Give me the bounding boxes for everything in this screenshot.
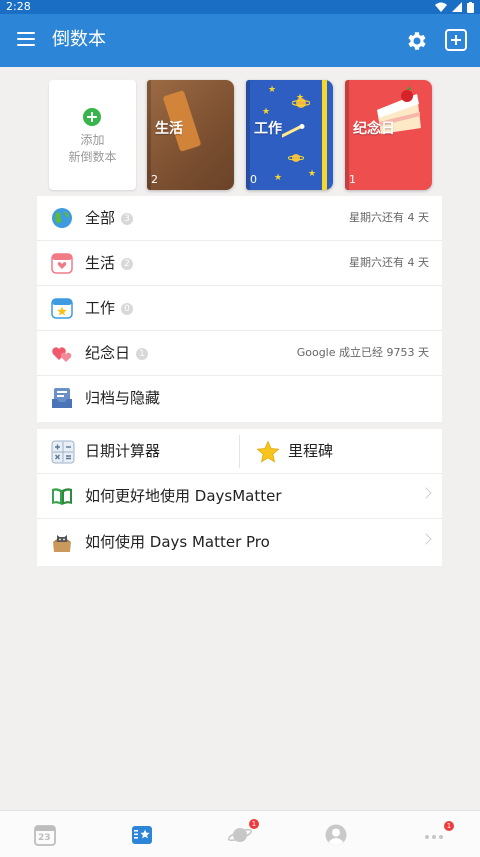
- star-icon: [256, 440, 280, 463]
- list-item-anniversary[interactable]: 纪念日 1 Google 成立已经 9753 天: [37, 331, 442, 376]
- calendar-date: 23: [38, 833, 51, 843]
- add-event-icon[interactable]: [445, 29, 467, 51]
- books-star-icon: [132, 826, 152, 844]
- count-badge: 1: [136, 348, 149, 360]
- calculator-icon: [51, 440, 75, 464]
- app-bar: 倒数本: [0, 14, 480, 67]
- archive-icon: [52, 388, 72, 408]
- tools-row: 日期计算器 里程碑: [37, 429, 442, 474]
- planet-icon: [288, 154, 304, 162]
- book-title: 生活: [155, 121, 183, 137]
- category-list: 全部 3 星期六还有 4 天 生活 2 星期六还有 4 天 工作 0 纪念日 1 Goo…: [37, 196, 442, 422]
- add-circle-icon: [83, 108, 101, 126]
- count-badge: 2: [121, 258, 134, 270]
- book-anniversary[interactable]: 纪念日 1: [345, 80, 432, 190]
- help-pro-label: 如何使用 Days Matter Pro: [85, 533, 270, 551]
- list-item-label: 归档与隐藏: [85, 389, 161, 407]
- status-bar: 2:28: [0, 0, 480, 14]
- chevron-right-icon: [420, 487, 432, 499]
- list-item-work[interactable]: 工作 0: [37, 286, 442, 331]
- list-item-label: 生活: [85, 254, 116, 272]
- book-count: 2: [151, 173, 158, 186]
- book-count: 0: [250, 173, 257, 186]
- book-title: 工作: [254, 121, 282, 137]
- menu-icon[interactable]: [17, 32, 35, 48]
- add-book-button[interactable]: 添加 新倒数本: [49, 80, 136, 190]
- nav-discover[interactable]: 1: [227, 819, 259, 848]
- calendar-heart-icon: [51, 253, 73, 274]
- notification-badge: 1: [444, 821, 454, 831]
- user-avatar-icon: [325, 824, 347, 846]
- battery-icon: [467, 1, 474, 13]
- milestone-label: 里程碑: [288, 442, 334, 460]
- star-icon: ★: [308, 169, 317, 179]
- book-work[interactable]: ★ ★ ★ ★ ★ 工作 0: [246, 80, 333, 190]
- list-item-life[interactable]: 生活 2 星期六还有 4 天: [37, 241, 442, 286]
- list-item-label: 全部: [85, 209, 116, 227]
- date-calculator-button[interactable]: 日期计算器: [37, 429, 239, 474]
- calendar-star-icon: [51, 298, 73, 319]
- list-item-label: 工作: [85, 299, 116, 317]
- book-open-icon: [52, 488, 72, 505]
- tools-list: 日期计算器 里程碑 如何更好地使用 DaysMatter 如何使用 Days M…: [37, 429, 442, 566]
- globe-icon: [52, 208, 72, 228]
- hearts-icon: [52, 347, 72, 362]
- status-time: 2:28: [6, 0, 31, 13]
- status-icons: [435, 0, 474, 14]
- page-title: 倒数本: [52, 29, 106, 50]
- wifi-icon: [435, 2, 447, 12]
- help-usage-label: 如何更好地使用 DaysMatter: [85, 487, 282, 505]
- more-dots-icon: [425, 835, 443, 839]
- planet-icon: [227, 828, 253, 842]
- list-item-archive[interactable]: 归档与隐藏: [37, 376, 442, 421]
- help-pro-item[interactable]: 如何使用 Days Matter Pro: [37, 520, 442, 565]
- settings-gear-icon[interactable]: [405, 29, 429, 53]
- nav-profile[interactable]: [325, 824, 349, 848]
- help-usage-item[interactable]: 如何更好地使用 DaysMatter: [37, 474, 442, 519]
- chevron-right-icon: [420, 533, 432, 545]
- book-shelf: 添加 新倒数本 生活 2 ★ ★ ★ ★ ★ 工作 0 纪念日 1: [49, 80, 434, 190]
- star-icon: ★: [274, 173, 283, 183]
- nav-books[interactable]: [131, 824, 155, 848]
- comet-icon: [282, 124, 305, 138]
- milestone-button[interactable]: 里程碑: [240, 429, 442, 474]
- list-item-info: 星期六还有 4 天: [349, 211, 429, 224]
- list-item-label: 纪念日: [85, 344, 131, 362]
- book-title: 纪念日: [353, 121, 395, 137]
- signal-icon: [452, 2, 462, 12]
- bottom-nav: 23 1 1: [0, 810, 480, 857]
- date-calculator-label: 日期计算器: [85, 442, 161, 460]
- book-count: 1: [349, 173, 356, 186]
- star-icon: ★: [268, 85, 277, 95]
- list-item-all[interactable]: 全部 3 星期六还有 4 天: [37, 196, 442, 241]
- nav-calendar[interactable]: 23: [34, 824, 58, 848]
- list-item-info: Google 成立已经 9753 天: [296, 346, 429, 359]
- planet-icon: [292, 98, 310, 108]
- nav-more[interactable]: 1: [423, 821, 454, 848]
- add-book-label: 添加 新倒数本: [68, 133, 117, 164]
- list-item-info: 星期六还有 4 天: [349, 256, 429, 269]
- count-badge: 3: [121, 213, 134, 225]
- book-life[interactable]: 生活 2: [147, 80, 234, 190]
- notification-badge: 1: [249, 819, 259, 829]
- count-badge: 0: [121, 303, 134, 315]
- cat-box-icon: [53, 535, 71, 552]
- star-icon: ★: [262, 107, 271, 117]
